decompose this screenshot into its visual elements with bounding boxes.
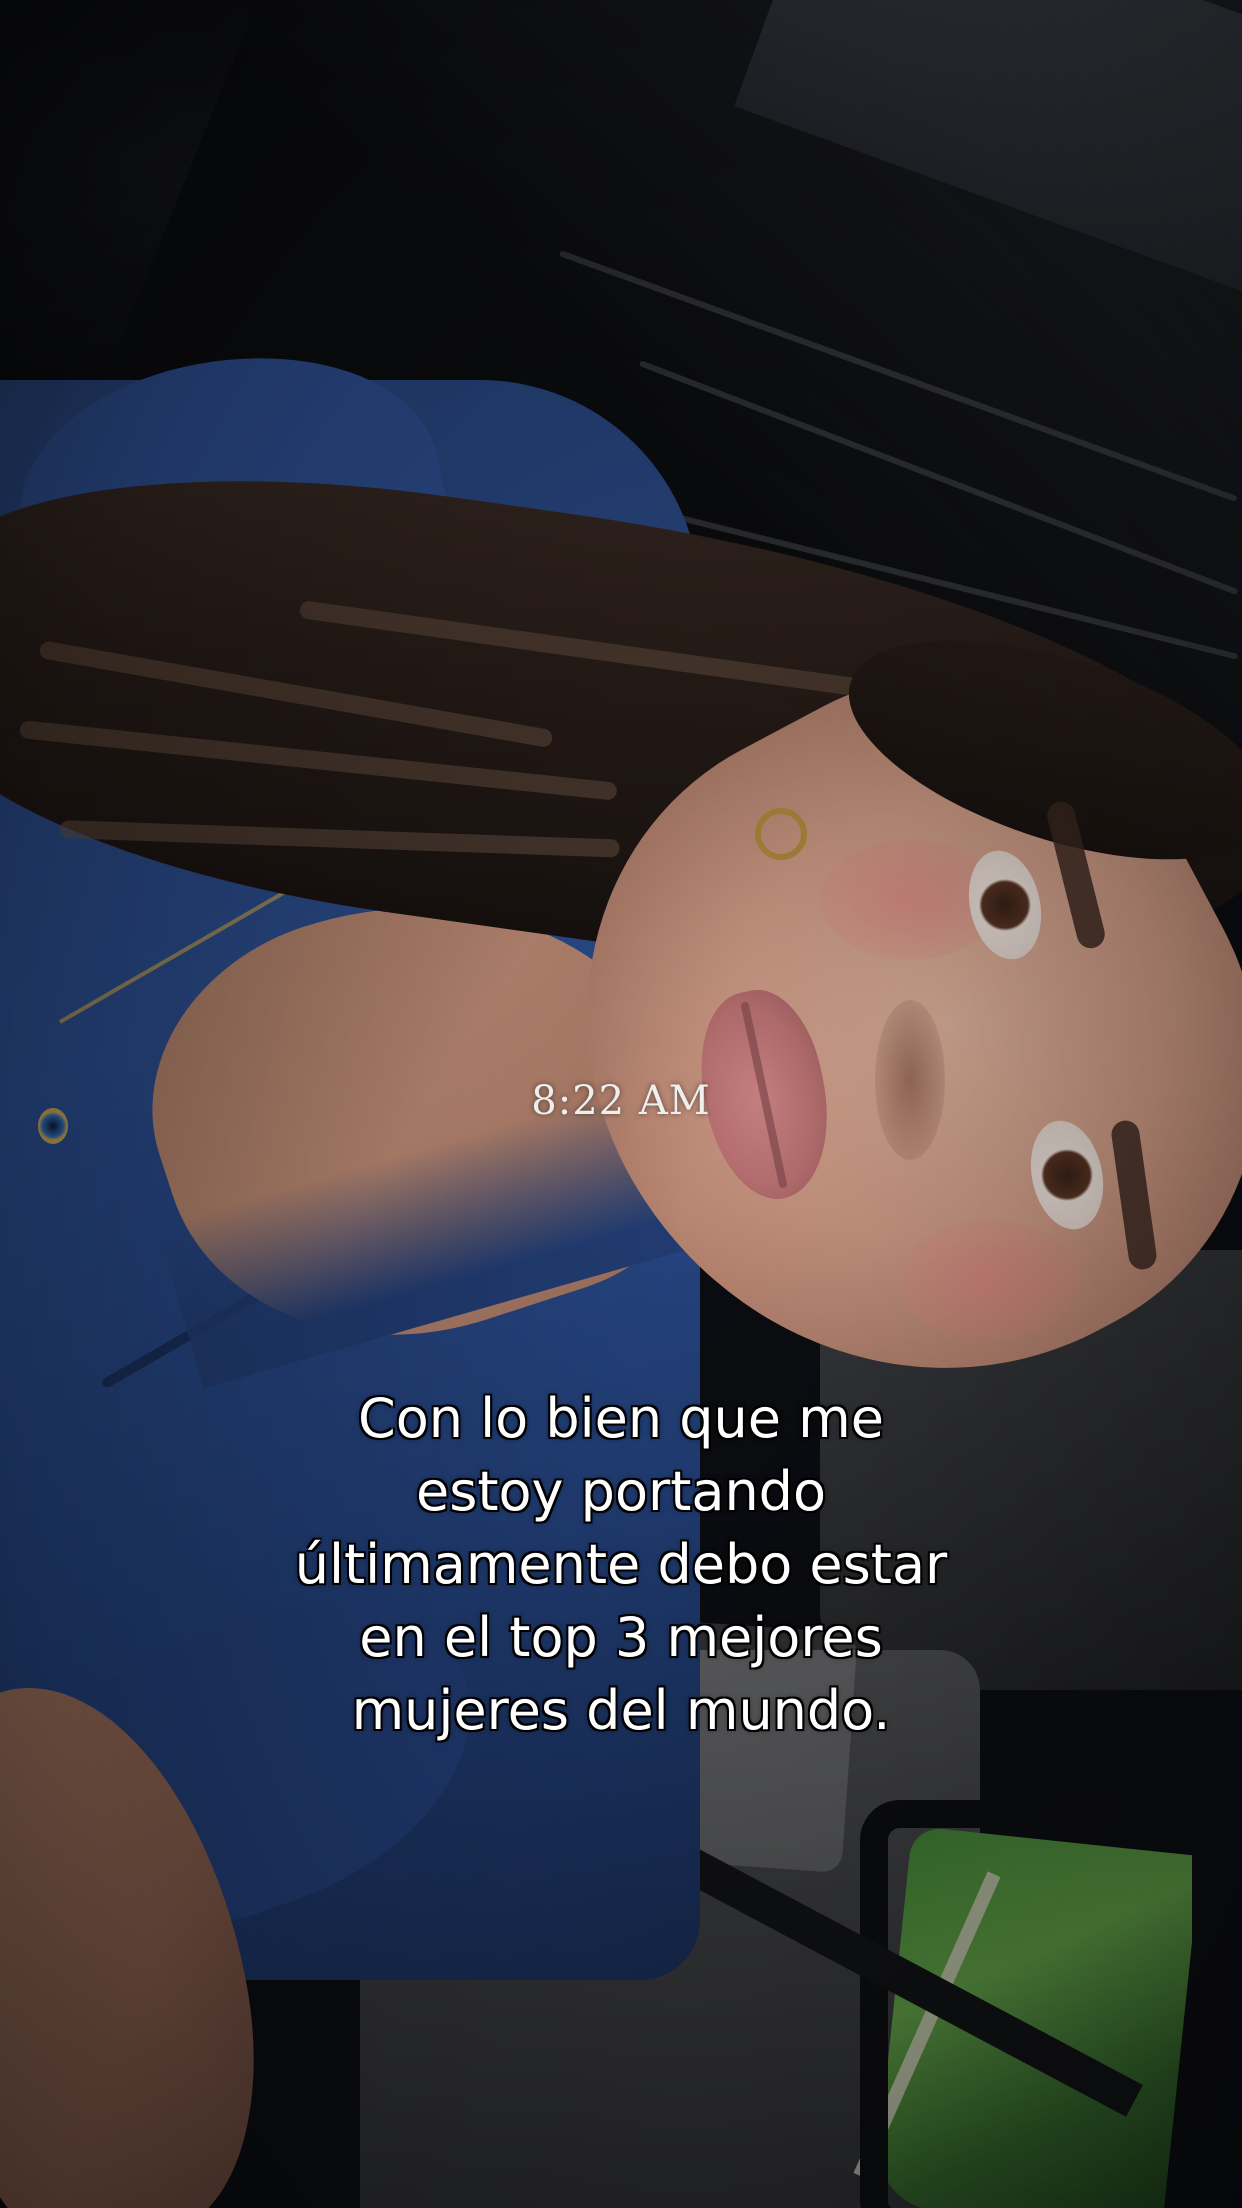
caption-overlay: Con lo bien que me estoy portando última…	[221, 1382, 1021, 1747]
timestamp-overlay: 8:22 AM	[531, 1078, 711, 1124]
caption-line: mujeres del mundo.	[351, 1679, 891, 1742]
caption-line: estoy portando	[415, 1460, 826, 1523]
caption-line: últimamente debo estar	[294, 1533, 948, 1596]
caption-line: en el top 3 mejores	[359, 1606, 883, 1669]
caption-line: Con lo bien que me	[358, 1387, 884, 1450]
